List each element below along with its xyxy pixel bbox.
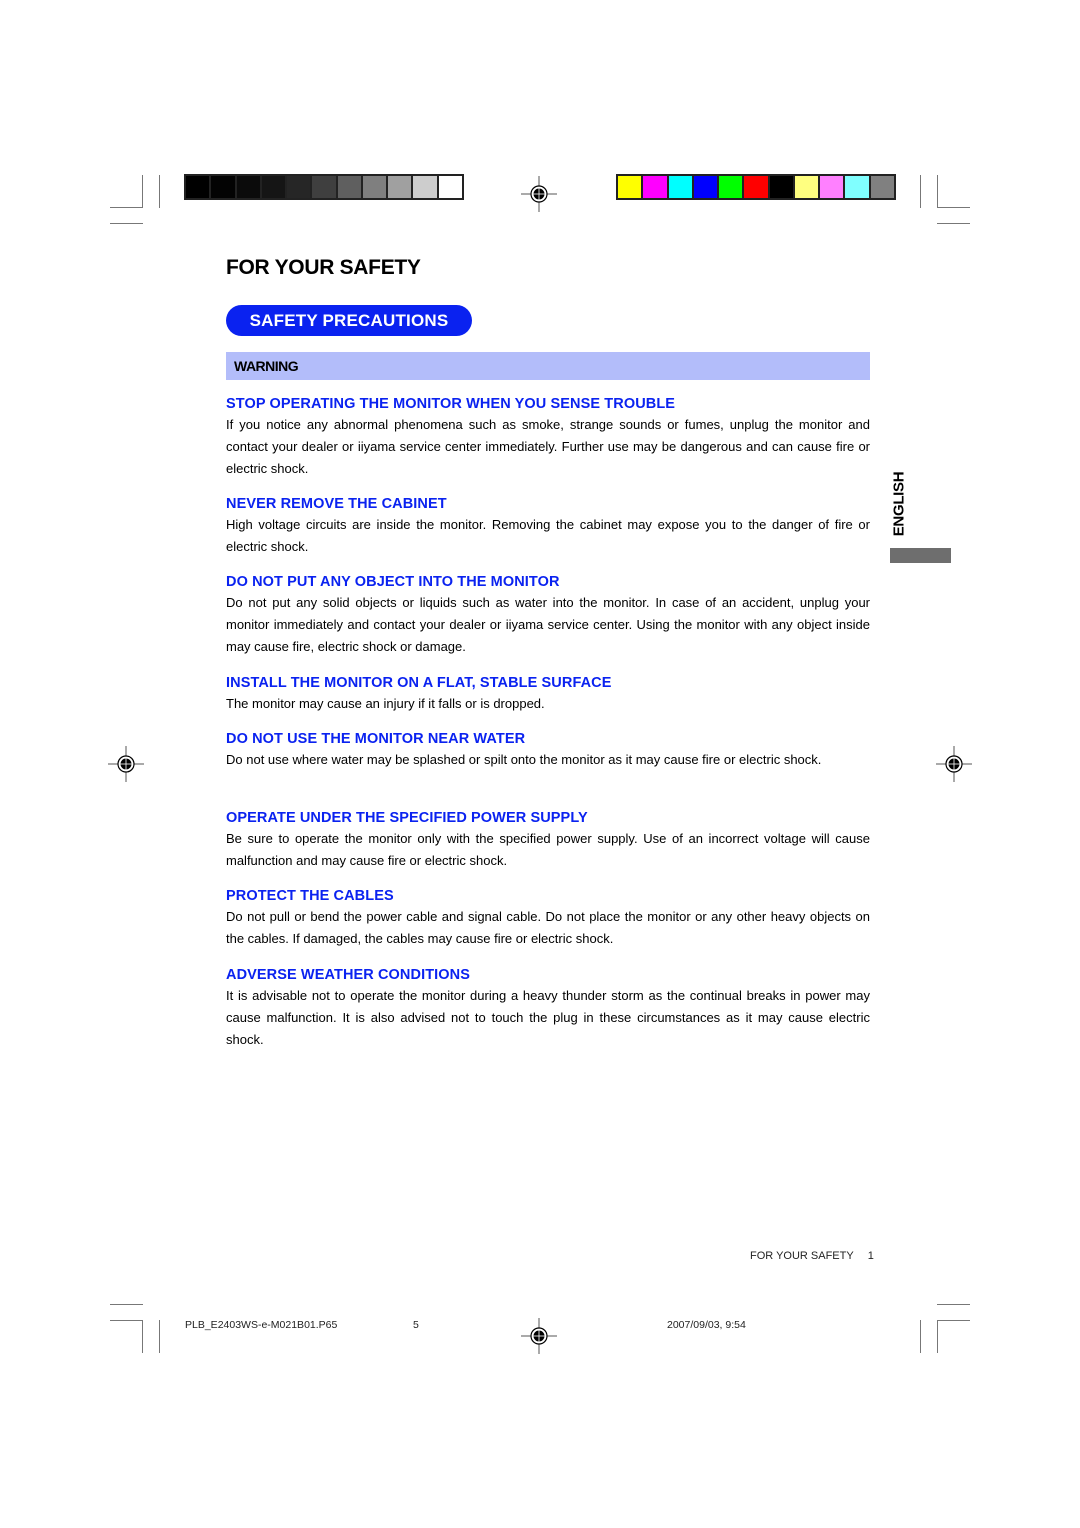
crop-mark: [159, 1320, 160, 1353]
running-footer-title: FOR YOUR SAFETY: [750, 1250, 854, 1262]
file-name: PLB_E2403WS-e-M021B01.P65: [185, 1319, 338, 1331]
safety-item-heading: STOP OPERATING THE MONITOR WHEN YOU SENS…: [226, 396, 676, 412]
safety-item-body: Do not put any solid objects or liquids …: [226, 595, 870, 654]
color-swatch: [312, 176, 336, 198]
color-swatch: [186, 176, 210, 198]
safety-item-heading: OPERATE UNDER THE SPECIFIED POWER SUPPLY: [226, 810, 588, 826]
crop-mark: [937, 175, 938, 208]
color-swatch: [438, 176, 462, 198]
safety-item-body: Be sure to operate the monitor only with…: [226, 831, 870, 868]
safety-item-heading: NEVER REMOVE THE CABINET: [226, 496, 447, 512]
timestamp: 2007/09/03, 9:54: [667, 1319, 746, 1331]
color-swatch: [693, 176, 718, 198]
registration-mark-icon: [108, 746, 144, 782]
crop-mark: [110, 1304, 143, 1305]
safety-item-body: High voltage circuits are inside the mon…: [226, 517, 870, 554]
safety-item: INSTALL THE MONITOR ON A FLAT, STABLE SU…: [226, 673, 870, 715]
safety-item-heading: ADVERSE WEATHER CONDITIONS: [226, 967, 471, 983]
crop-mark: [142, 175, 143, 208]
crop-mark: [937, 1320, 970, 1321]
grayscale-color-bar: [184, 174, 464, 200]
registration-mark-icon: [936, 746, 972, 782]
page-number: 1: [867, 1250, 874, 1262]
safety-item-body: The monitor may cause an injury if it fa…: [226, 696, 545, 711]
safety-item: DO NOT USE THE MONITOR NEAR WATER Do not…: [226, 729, 870, 771]
crop-mark: [937, 1320, 938, 1353]
color-swatch: [769, 176, 793, 198]
crop-mark: [142, 1320, 143, 1353]
color-swatch: [870, 176, 894, 198]
color-swatch: [236, 176, 260, 198]
crop-mark: [920, 175, 921, 208]
crop-mark: [920, 1320, 921, 1353]
warning-banner: WARNING: [226, 352, 870, 380]
safety-item: PROTECT THE CABLES Do not pull or bend t…: [226, 886, 870, 950]
color-swatch: [845, 176, 869, 198]
running-footer: FOR YOUR SAFETY 1: [750, 1250, 874, 1262]
color-swatch: [362, 176, 387, 198]
color-swatch: [643, 176, 667, 198]
color-swatch: [820, 176, 844, 198]
safety-item: STOP OPERATING THE MONITOR WHEN YOU SENS…: [226, 394, 870, 480]
crop-mark: [159, 175, 160, 208]
safety-item-heading: DO NOT USE THE MONITOR NEAR WATER: [226, 731, 526, 747]
cmyk-color-bar: [616, 174, 896, 200]
color-swatch: [413, 176, 437, 198]
color-swatch: [388, 176, 412, 198]
crop-mark: [110, 1320, 143, 1321]
safety-item-body: Do not use where water may be splashed o…: [226, 752, 822, 767]
color-swatch: [337, 176, 361, 198]
color-swatch: [211, 176, 235, 198]
crop-mark: [110, 207, 143, 208]
crop-mark: [110, 223, 143, 224]
sheet-number: 5: [413, 1319, 419, 1331]
crop-mark: [937, 223, 970, 224]
color-swatch: [668, 176, 692, 198]
registration-mark-icon: [521, 176, 557, 212]
crop-mark: [937, 1304, 970, 1305]
language-tab-marker: [890, 548, 951, 563]
color-swatch: [261, 176, 286, 198]
color-swatch: [618, 176, 642, 198]
safety-item: DO NOT PUT ANY OBJECT INTO THE MONITOR D…: [226, 572, 870, 658]
language-tab: ENGLISH: [884, 468, 914, 540]
language-label: ENGLISH: [890, 471, 908, 537]
color-swatch: [744, 176, 768, 198]
safety-item: OPERATE UNDER THE SPECIFIED POWER SUPPLY…: [226, 808, 870, 872]
registration-mark-icon: [521, 1318, 557, 1354]
color-swatch: [794, 176, 819, 198]
page-title: FOR YOUR SAFETY: [226, 256, 421, 279]
section-pill: SAFETY PRECAUTIONS: [226, 305, 472, 336]
safety-item-body: It is advisable not to operate the monit…: [226, 988, 870, 1047]
safety-item-body: If you notice any abnormal phenomena suc…: [226, 417, 870, 476]
safety-item-heading: INSTALL THE MONITOR ON A FLAT, STABLE SU…: [226, 675, 612, 691]
color-swatch: [719, 176, 743, 198]
crop-mark: [937, 207, 970, 208]
safety-item-heading: DO NOT PUT ANY OBJECT INTO THE MONITOR: [226, 574, 560, 590]
safety-item-body: Do not pull or bend the power cable and …: [226, 909, 870, 946]
color-swatch: [287, 176, 311, 198]
safety-item-heading: PROTECT THE CABLES: [226, 888, 394, 904]
safety-item: NEVER REMOVE THE CABINET High voltage ci…: [226, 494, 870, 558]
safety-item: ADVERSE WEATHER CONDITIONS It is advisab…: [226, 965, 870, 1051]
